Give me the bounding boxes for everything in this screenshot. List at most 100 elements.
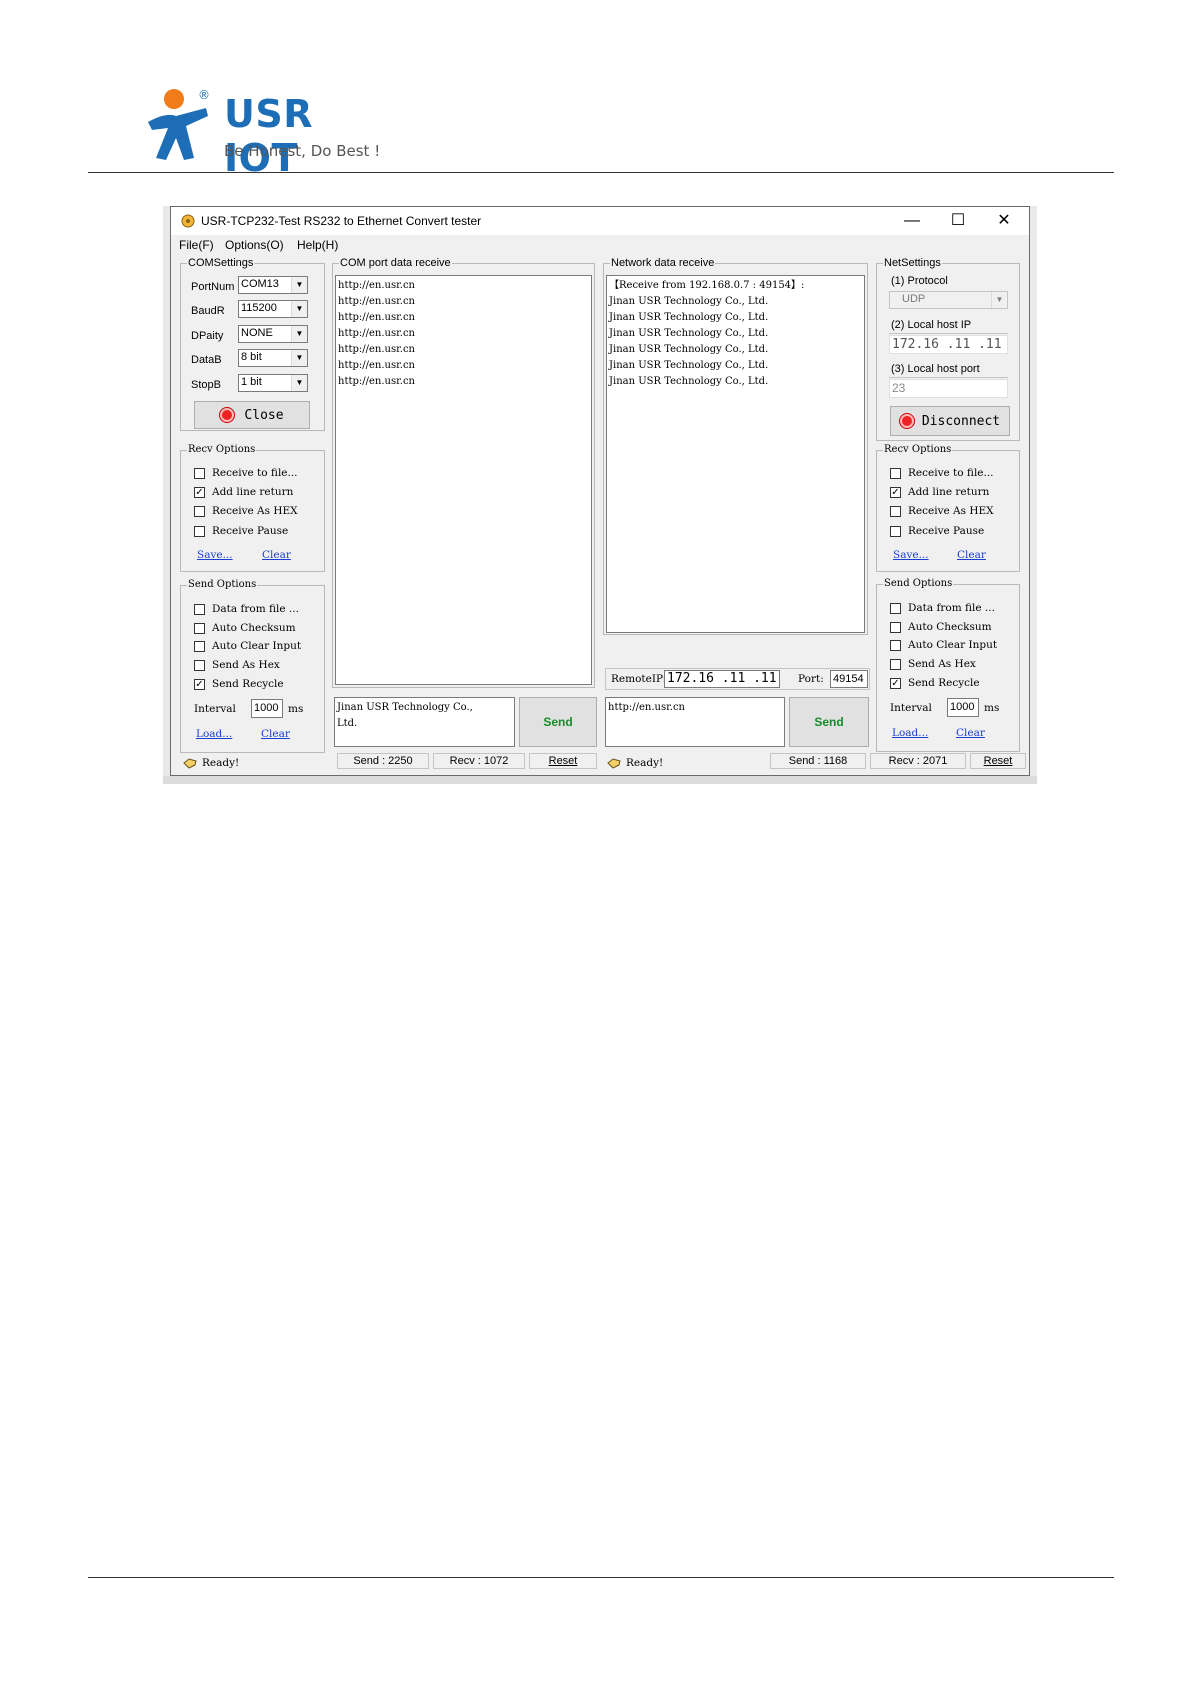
disconnect-label: Disconnect bbox=[921, 413, 1001, 429]
recv-to-file-checkbox-right[interactable]: Receive to file... bbox=[890, 467, 1018, 481]
load-link-left[interactable]: Load... bbox=[196, 728, 232, 740]
disconnect-button[interactable]: Disconnect bbox=[890, 406, 1010, 436]
chevron-down-icon: ▼ bbox=[291, 326, 307, 342]
net-send-button[interactable]: Send bbox=[789, 697, 869, 747]
protocol-label: (1) Protocol bbox=[891, 275, 948, 287]
checkbox-box bbox=[194, 641, 205, 652]
local-ip-input[interactable]: 172.16 .11 .11 bbox=[889, 335, 1008, 354]
header-rule bbox=[88, 172, 1114, 173]
checkbox-label: Send Recycle bbox=[212, 678, 284, 690]
com-receive-line: http://en.usr.cn bbox=[338, 312, 415, 323]
interval-input-left[interactable]: 1000 bbox=[251, 699, 283, 718]
send-clear-link-right[interactable]: Clear bbox=[956, 727, 985, 739]
send-clear-link-left[interactable]: Clear bbox=[261, 728, 290, 740]
checkbox-label: Data from file ... bbox=[908, 602, 995, 614]
recv-options-right-title: Recv Options bbox=[883, 443, 953, 457]
recv-pause-checkbox-left[interactable]: Receive Pause bbox=[194, 525, 322, 539]
remote-port-label: Port: bbox=[798, 673, 824, 685]
checkbox-box bbox=[890, 659, 901, 670]
portnum-select[interactable]: COM13 ▼ bbox=[238, 276, 308, 294]
recv-save-link-left[interactable]: Save... bbox=[197, 549, 233, 561]
data-from-file-checkbox-left[interactable]: Data from file ... bbox=[194, 603, 322, 617]
window-title: USR-TCP232-Test RS232 to Ethernet Conver… bbox=[201, 214, 482, 228]
maximize-button[interactable]: ☐ bbox=[935, 207, 981, 235]
send-options-left-title: Send Options bbox=[187, 578, 258, 592]
checkbox-label: Add line return bbox=[908, 486, 990, 498]
reset-button-right[interactable]: Reset bbox=[970, 753, 1026, 769]
recv-clear-link-left[interactable]: Clear bbox=[262, 549, 291, 561]
net-receive-title: Network data receive bbox=[610, 256, 716, 270]
send-as-hex-checkbox-left[interactable]: Send As Hex bbox=[194, 659, 322, 673]
auto-checksum-checkbox-left[interactable]: Auto Checksum bbox=[194, 622, 322, 636]
baudrate-select[interactable]: 115200 ▼ bbox=[238, 300, 308, 318]
net-send-line: http://en.usr.cn bbox=[608, 702, 685, 713]
checkmark-icon: ✓ bbox=[890, 487, 901, 498]
com-receive-line: http://en.usr.cn bbox=[338, 296, 415, 307]
checkbox-label: Receive Pause bbox=[908, 525, 985, 537]
com-send-button[interactable]: Send bbox=[519, 697, 597, 747]
menu-help[interactable]: Help(H) bbox=[297, 238, 338, 252]
parity-select[interactable]: NONE ▼ bbox=[238, 325, 308, 343]
data-from-file-checkbox-right[interactable]: Data from file ... bbox=[890, 602, 1018, 616]
net-receive-textarea[interactable]: 【Receive from 192.168.0.7 : 49154】: Jina… bbox=[606, 275, 865, 633]
local-port-separator bbox=[889, 377, 1008, 378]
com-send-line: Jinan USR Technology Co., bbox=[337, 702, 473, 713]
com-receive-line: http://en.usr.cn bbox=[338, 328, 415, 339]
checkbox-box bbox=[194, 468, 205, 479]
net-receive-line: Jinan USR Technology Co., Ltd. bbox=[609, 360, 769, 371]
send-recycle-checkbox-left[interactable]: ✓ Send Recycle bbox=[194, 678, 322, 692]
recv-as-hex-checkbox-right[interactable]: Receive As HEX bbox=[890, 505, 1018, 519]
title-bar[interactable]: USR-TCP232-Test RS232 to Ethernet Conver… bbox=[171, 207, 1029, 235]
checkbox-label: Receive As HEX bbox=[212, 505, 298, 517]
brand-name: USR IOT bbox=[224, 92, 313, 180]
add-line-return-checkbox-left[interactable]: ✓ Add line return bbox=[194, 486, 322, 500]
chevron-down-icon: ▼ bbox=[291, 375, 307, 391]
menu-file[interactable]: File(F) bbox=[179, 238, 214, 252]
recv-to-file-checkbox-left[interactable]: Receive to file... bbox=[194, 467, 322, 481]
com-settings-group: COMSettings PortNum COM13 ▼ BaudR 115200… bbox=[180, 256, 325, 431]
load-link-right[interactable]: Load... bbox=[892, 727, 928, 739]
net-settings-group: NetSettings (1) Protocol UDP ▼ (2) Local… bbox=[876, 256, 1020, 441]
menu-bar: File(F) Options(O) Help(H) bbox=[171, 235, 1029, 255]
pointing-hand-icon bbox=[607, 758, 621, 769]
com-receive-line: http://en.usr.cn bbox=[338, 344, 415, 355]
recv-save-link-right[interactable]: Save... bbox=[893, 549, 929, 561]
net-send-textarea[interactable]: http://en.usr.cn bbox=[605, 697, 785, 747]
databits-label: DataB bbox=[191, 354, 222, 366]
stopbits-select[interactable]: 1 bit ▼ bbox=[238, 374, 308, 392]
com-send-line: Ltd. bbox=[337, 718, 358, 729]
net-receive-line: Jinan USR Technology Co., Ltd. bbox=[609, 344, 769, 355]
net-receive-line: Jinan USR Technology Co., Ltd. bbox=[609, 328, 769, 339]
auto-clear-input-checkbox-right[interactable]: Auto Clear Input bbox=[890, 639, 1018, 653]
reset-button-left[interactable]: Reset bbox=[529, 753, 597, 769]
recv-clear-link-right[interactable]: Clear bbox=[957, 549, 986, 561]
send-as-hex-checkbox-right[interactable]: Send As Hex bbox=[890, 658, 1018, 672]
checkbox-label: Auto Clear Input bbox=[212, 640, 302, 652]
local-port-input[interactable]: 23 bbox=[889, 379, 1008, 398]
send-options-right-group: Send Options Data from file ... Auto Che… bbox=[876, 577, 1020, 752]
com-close-button[interactable]: Close bbox=[194, 401, 310, 429]
close-window-button[interactable]: ✕ bbox=[981, 207, 1027, 235]
net-receive-line: Jinan USR Technology Co., Ltd. bbox=[609, 312, 769, 323]
protocol-select[interactable]: UDP ▼ bbox=[889, 291, 1008, 309]
recv-as-hex-checkbox-left[interactable]: Receive As HEX bbox=[194, 505, 322, 519]
remote-ip-input[interactable]: 172.16 .11 .11 bbox=[664, 670, 780, 688]
add-line-return-checkbox-right[interactable]: ✓ Add line return bbox=[890, 486, 1018, 500]
auto-clear-input-checkbox-left[interactable]: Auto Clear Input bbox=[194, 640, 322, 654]
minimize-button[interactable]: — bbox=[889, 207, 935, 235]
recv-pause-checkbox-right[interactable]: Receive Pause bbox=[890, 525, 1018, 539]
menu-options[interactable]: Options(O) bbox=[225, 238, 284, 252]
interval-label-left: Interval bbox=[194, 703, 236, 715]
remote-port-input[interactable]: 49154 bbox=[830, 670, 868, 688]
com-settings-title: COMSettings bbox=[187, 256, 255, 270]
auto-checksum-checkbox-right[interactable]: Auto Checksum bbox=[890, 621, 1018, 635]
com-receive-textarea[interactable]: http://en.usr.cn http://en.usr.cn http:/… bbox=[335, 275, 592, 685]
checkbox-box bbox=[194, 623, 205, 634]
databits-select[interactable]: 8 bit ▼ bbox=[238, 349, 308, 367]
checkbox-label: Auto Checksum bbox=[908, 621, 992, 633]
baudrate-value: 115200 bbox=[241, 302, 277, 314]
com-send-textarea[interactable]: Jinan USR Technology Co., Ltd. bbox=[334, 697, 515, 747]
interval-input-right[interactable]: 1000 bbox=[947, 698, 979, 717]
send-recycle-checkbox-right[interactable]: ✓ Send Recycle bbox=[890, 677, 1018, 691]
com-close-label: Close bbox=[244, 407, 284, 423]
